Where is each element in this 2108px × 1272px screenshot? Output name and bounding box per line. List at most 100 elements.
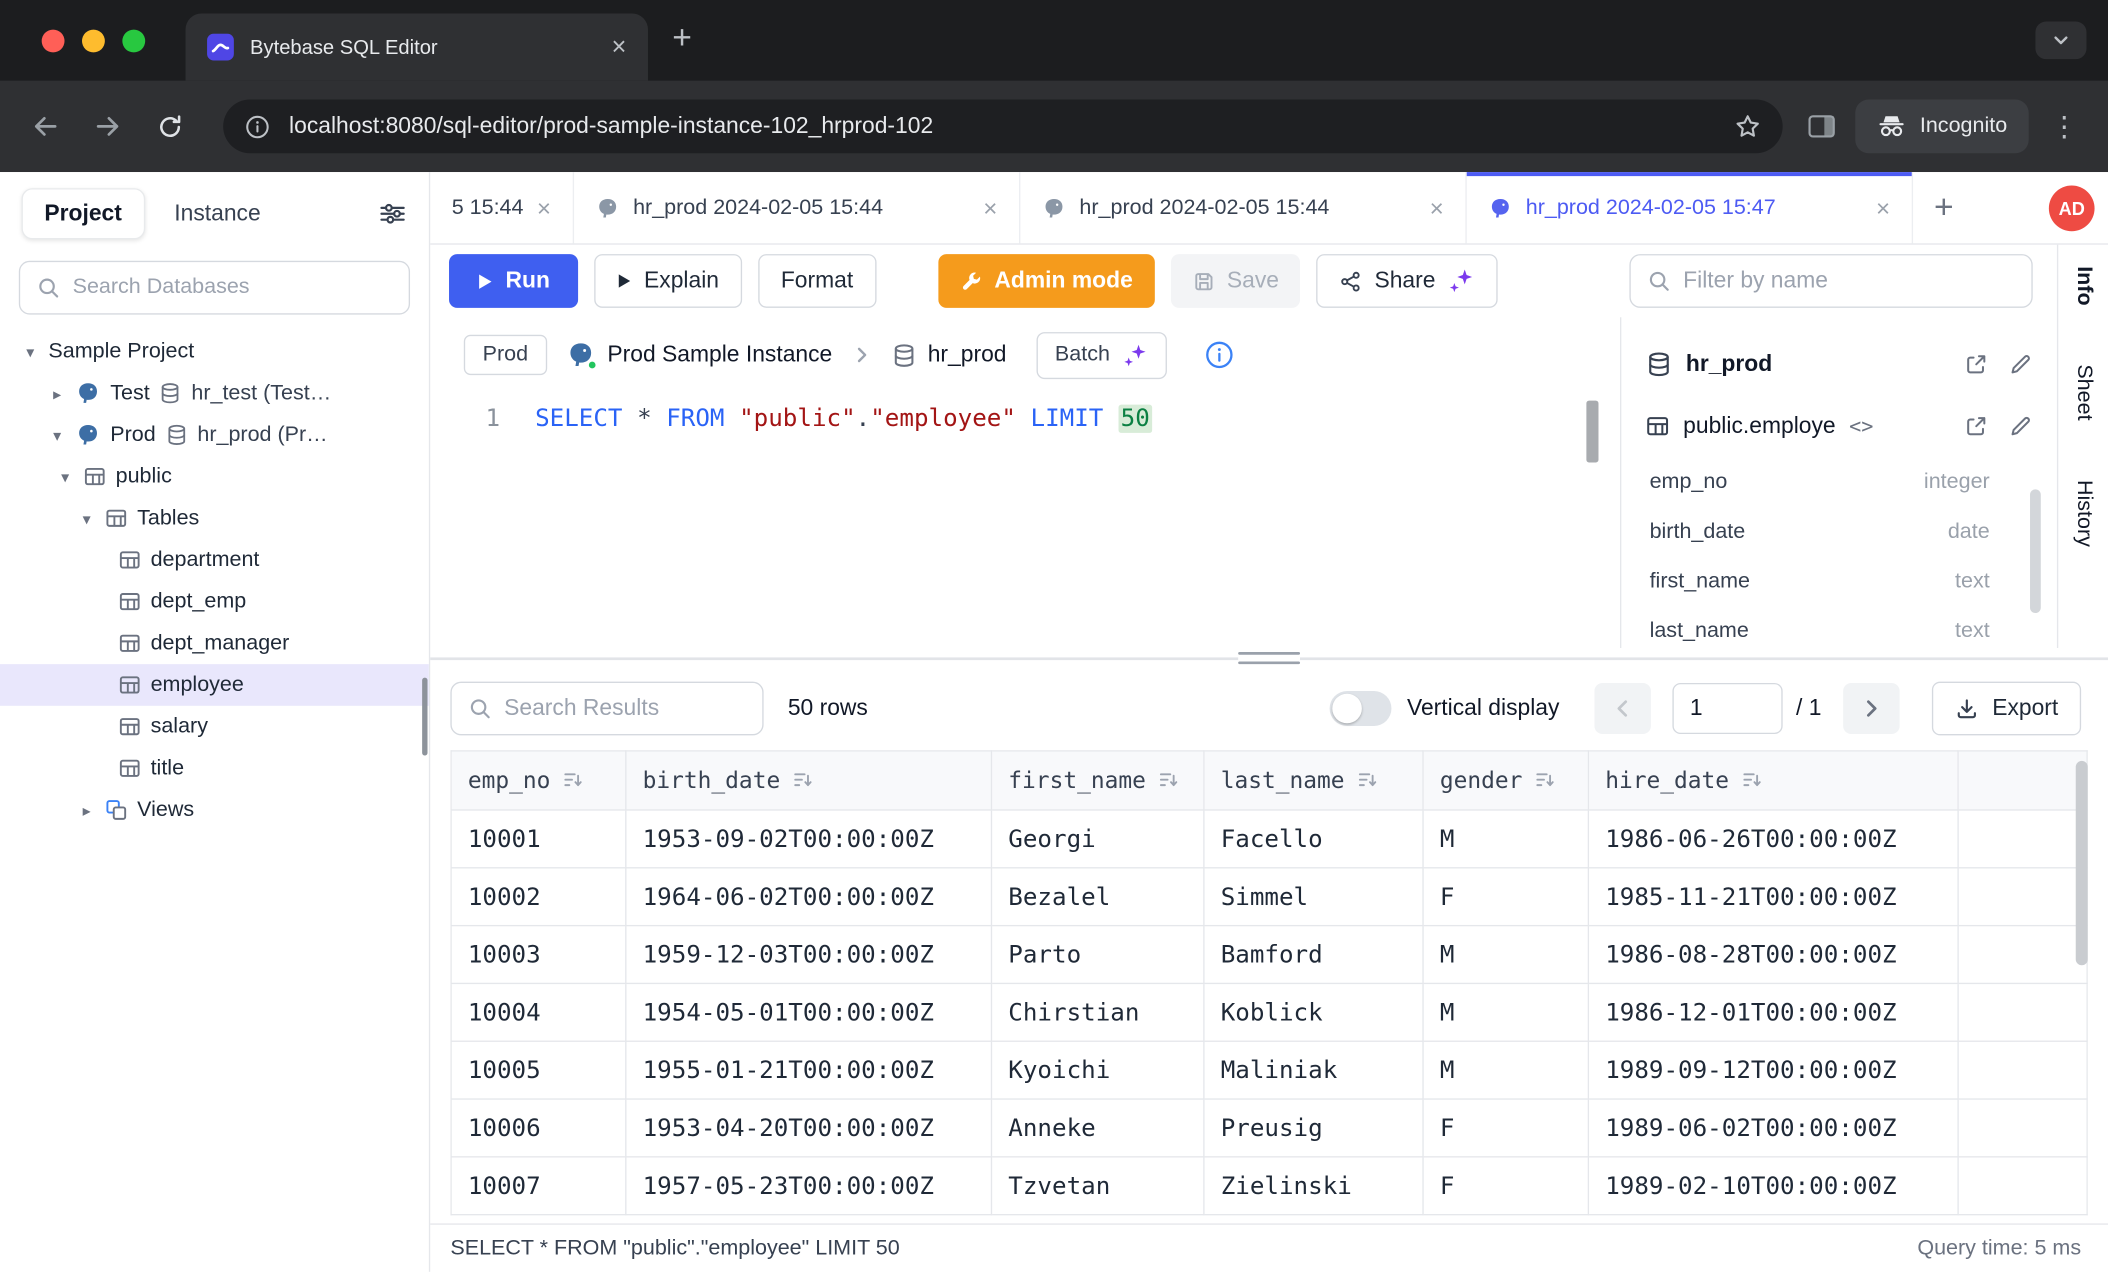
column-header-gender[interactable]: gender xyxy=(1423,751,1588,810)
column-header-first-name[interactable]: first_name xyxy=(991,751,1203,810)
table-cell[interactable]: 10006 xyxy=(451,1099,626,1157)
reload-button[interactable] xyxy=(153,112,185,140)
table-cell[interactable]: 1955-01-21T00:00:00Z xyxy=(626,1041,992,1099)
caret-down-icon[interactable]: ▾ xyxy=(56,467,73,486)
table-cell[interactable]: 1957-05-23T00:00:00Z xyxy=(626,1157,992,1215)
database-breadcrumb[interactable]: hr_prod xyxy=(891,341,1006,368)
column-row[interactable]: last_name text xyxy=(1621,606,2057,648)
new-tab-button[interactable]: + xyxy=(672,22,692,56)
table-cell[interactable]: M xyxy=(1423,926,1588,984)
tree-item-prod[interactable]: ▾ Prod hr_prod (Pr… xyxy=(0,414,429,456)
instance-breadcrumb[interactable]: Prod Sample Instance xyxy=(566,340,833,370)
browser-tab[interactable]: Bytebase SQL Editor × xyxy=(186,13,648,80)
info-icon[interactable] xyxy=(1204,340,1234,370)
table-cell[interactable]: M xyxy=(1423,810,1588,868)
tab-close-icon[interactable]: × xyxy=(612,34,627,60)
worksheet-tab-1[interactable]: 5 15:44 × xyxy=(430,172,574,243)
table-cell[interactable]: Koblick xyxy=(1204,983,1423,1041)
table-cell[interactable]: M xyxy=(1423,983,1588,1041)
tree-settings-icon[interactable] xyxy=(378,199,408,229)
table-cell[interactable]: 1985-11-21T00:00:00Z xyxy=(1588,868,1958,926)
address-bar[interactable]: localhost:8080/sql-editor/prod-sample-in… xyxy=(223,99,1783,153)
table-cell[interactable]: 10001 xyxy=(451,810,626,868)
table-cell[interactable]: 1989-09-12T00:00:00Z xyxy=(1588,1041,1958,1099)
tab-info[interactable]: Info xyxy=(2071,266,2095,305)
user-avatar[interactable]: AD xyxy=(2049,186,2095,232)
table-cell[interactable]: 10003 xyxy=(451,926,626,984)
table-cell[interactable]: 1989-06-02T00:00:00Z xyxy=(1588,1099,1958,1157)
side-panel-icon[interactable] xyxy=(1807,113,1837,140)
caret-down-icon[interactable]: ▾ xyxy=(22,342,39,361)
table-cell[interactable]: 1964-06-02T00:00:00Z xyxy=(626,868,992,926)
filter-by-name-input[interactable] xyxy=(1683,268,2015,295)
edit-icon[interactable] xyxy=(2009,414,2033,438)
tree-item-test[interactable]: ▸ Test hr_test (Test… xyxy=(0,372,429,414)
explain-button[interactable]: Explain xyxy=(594,254,742,308)
sort-icon[interactable] xyxy=(1535,768,1557,790)
tab-search-button[interactable] xyxy=(2035,22,2086,60)
table-cell[interactable]: F xyxy=(1423,1099,1588,1157)
database-search[interactable] xyxy=(19,261,410,315)
back-button[interactable] xyxy=(30,112,62,142)
tree-item-department[interactable]: department xyxy=(0,539,429,581)
table-cell[interactable]: 1959-12-03T00:00:00Z xyxy=(626,926,992,984)
sort-icon[interactable] xyxy=(1158,768,1180,790)
tree-item-salary[interactable]: salary xyxy=(0,706,429,748)
table-scrollbar[interactable] xyxy=(2076,761,2088,965)
table-cell[interactable]: Georgi xyxy=(991,810,1203,868)
table-cell[interactable]: M xyxy=(1423,1041,1588,1099)
next-page-button[interactable] xyxy=(1843,683,1899,734)
column-header-hire-date[interactable]: hire_date xyxy=(1588,751,1958,810)
external-link-icon[interactable] xyxy=(1964,414,1988,438)
sql-editor[interactable]: 1 SELECT * FROM "public"."employee" LIMI… xyxy=(430,393,1620,648)
table-cell[interactable]: Chirstian xyxy=(991,983,1203,1041)
editor-scrollbar[interactable] xyxy=(1586,401,1598,463)
previous-page-button[interactable] xyxy=(1594,683,1650,734)
tree-item-employee[interactable]: employee xyxy=(0,664,429,706)
table-cell[interactable]: F xyxy=(1423,1157,1588,1215)
browser-menu-button[interactable]: ⋮ xyxy=(2029,110,2089,144)
page-number-input[interactable] xyxy=(1672,683,1782,734)
table-cell[interactable]: 1989-02-10T00:00:00Z xyxy=(1588,1157,1958,1215)
table-cell[interactable]: 1953-09-02T00:00:00Z xyxy=(626,810,992,868)
table-cell[interactable]: Maliniak xyxy=(1204,1041,1423,1099)
column-header-last-name[interactable]: last_name xyxy=(1204,751,1423,810)
table-cell[interactable]: F xyxy=(1423,868,1588,926)
environment-chip[interactable]: Prod xyxy=(464,335,547,375)
close-icon[interactable]: × xyxy=(1430,196,1444,220)
code-icon[interactable]: <> xyxy=(1849,414,1873,438)
export-button[interactable]: Export xyxy=(1932,682,2081,736)
divider-drag-handle[interactable] xyxy=(1238,651,1300,663)
worksheet-tab-2[interactable]: hr_prod 2024-02-05 15:44 × xyxy=(574,172,1020,243)
table-cell[interactable]: Anneke xyxy=(991,1099,1203,1157)
tree-item-views[interactable]: ▸ Views xyxy=(0,789,429,831)
sort-icon[interactable] xyxy=(1741,768,1763,790)
tab-instance[interactable]: Instance xyxy=(158,190,277,238)
table-cell[interactable]: Tzvetan xyxy=(991,1157,1203,1215)
tab-history[interactable]: History xyxy=(2071,480,2095,547)
table-cell[interactable]: Bamford xyxy=(1204,926,1423,984)
tree-item-dept-emp[interactable]: dept_emp xyxy=(0,581,429,623)
caret-down-icon[interactable]: ▾ xyxy=(78,509,95,528)
tree-item-title[interactable]: title xyxy=(0,747,429,789)
table-cell[interactable]: Simmel xyxy=(1204,868,1423,926)
sidebar-resize-handle[interactable] xyxy=(422,678,427,756)
table-cell[interactable]: 1953-04-20T00:00:00Z xyxy=(626,1099,992,1157)
database-search-input[interactable] xyxy=(73,276,393,300)
site-info-icon[interactable] xyxy=(245,114,271,140)
forward-button[interactable] xyxy=(91,112,123,142)
table-cell[interactable]: 10002 xyxy=(451,868,626,926)
table-cell[interactable]: Bezalel xyxy=(991,868,1203,926)
worksheet-tab-4-active[interactable]: hr_prod 2024-02-05 15:47 × xyxy=(1467,172,1913,243)
column-header-birth-date[interactable]: birth_date xyxy=(626,751,992,810)
table-cell[interactable]: Preusig xyxy=(1204,1099,1423,1157)
external-link-icon[interactable] xyxy=(1964,352,1988,376)
sort-icon[interactable] xyxy=(792,768,814,790)
results-search[interactable] xyxy=(450,682,763,736)
vertical-display-toggle[interactable] xyxy=(1329,691,1391,726)
column-header-emp-no[interactable]: emp_no xyxy=(451,751,626,810)
bookmark-star-icon[interactable] xyxy=(1734,113,1761,140)
column-row[interactable]: birth_date date xyxy=(1621,507,2057,557)
table-cell[interactable]: Kyoichi xyxy=(991,1041,1203,1099)
table-cell[interactable]: 10005 xyxy=(451,1041,626,1099)
